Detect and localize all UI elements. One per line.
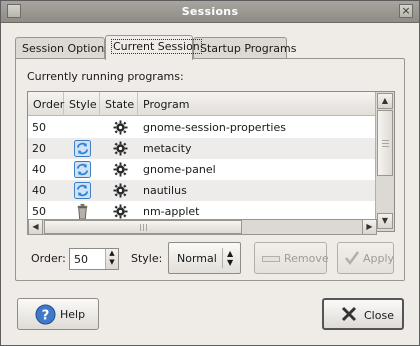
help-label: Help	[60, 308, 86, 321]
column-header-style[interactable]: Style	[64, 92, 100, 116]
table-row[interactable]: 40 gnome-panel	[28, 159, 376, 180]
row-program: nm-applet	[143, 205, 200, 218]
list-header: Order Style State Program	[28, 92, 376, 116]
updown-arrows-icon: ▲ ▼	[227, 249, 234, 267]
gear-icon	[113, 120, 128, 135]
close-label: Close	[364, 309, 394, 322]
order-label: Order:	[31, 252, 66, 265]
horizontal-scrollbar[interactable]: ◀ ▶	[27, 219, 377, 235]
gear-icon	[113, 183, 128, 198]
style-label: Style:	[131, 252, 163, 265]
row-program: metacity	[143, 142, 192, 155]
row-program: gnome-panel	[143, 163, 216, 176]
title-bar[interactable]: Sessions ×	[1, 1, 419, 23]
row-program: nautilus	[143, 184, 187, 197]
column-header-program[interactable]: Program	[138, 92, 376, 116]
restart-icon	[74, 161, 91, 178]
row-program: gnome-session-properties	[143, 121, 286, 134]
restart-icon	[74, 182, 91, 199]
horizontal-scroll-thumb[interactable]	[44, 220, 242, 234]
current-session-panel: Currently running programs: Order Style …	[15, 58, 405, 281]
tab-label: Current Session	[111, 39, 202, 54]
style-value: Normal	[177, 252, 217, 265]
trash-icon	[74, 203, 91, 220]
tab-current-session[interactable]: Current Session	[105, 35, 202, 60]
style-select[interactable]: Normal ▲ ▼	[168, 242, 241, 274]
programs-caption: Currently running programs:	[27, 70, 184, 83]
remove-label: Remove	[284, 252, 329, 265]
help-button[interactable]: ? Help	[17, 298, 99, 330]
svg-text:?: ?	[42, 308, 50, 323]
tab-label: Session Options	[22, 42, 110, 55]
order-value: 50	[74, 253, 88, 266]
row-order: 40	[32, 163, 46, 176]
list-rows: 50 gnome-session-properties 20 metacity	[28, 117, 376, 231]
vertical-scrollbar[interactable]: ▲ ▼	[375, 92, 394, 231]
gear-icon	[113, 204, 128, 219]
close-icon	[341, 306, 357, 322]
scroll-down-icon[interactable]: ▼	[377, 213, 393, 229]
column-header-state[interactable]: State	[100, 92, 138, 116]
gear-icon	[113, 162, 128, 177]
minus-icon	[262, 256, 280, 262]
vertical-scroll-thumb[interactable]	[377, 110, 393, 176]
scroll-left-icon[interactable]: ◀	[28, 219, 43, 235]
programs-list[interactable]: Order Style State Program 50 gnome-sessi…	[27, 91, 395, 232]
column-header-order[interactable]: Order	[28, 92, 64, 116]
checkmark-icon	[345, 251, 360, 266]
gear-icon	[113, 141, 128, 156]
tab-startup-programs[interactable]: Startup Programs	[193, 37, 296, 59]
sessions-dialog: Sessions × Session Options Current Sessi…	[0, 0, 420, 346]
spin-arrows-icon[interactable]: ▲ ▼	[105, 249, 118, 269]
apply-label: Apply	[363, 252, 395, 265]
order-spinbutton[interactable]: 50 ▲ ▼	[69, 248, 119, 270]
table-row[interactable]: 50 gnome-session-properties	[28, 117, 376, 138]
row-order: 40	[32, 184, 46, 197]
window-close-icon[interactable]: ×	[399, 4, 413, 18]
row-order: 20	[32, 142, 46, 155]
tab-label: Startup Programs	[200, 42, 297, 55]
apply-button[interactable]: Apply	[337, 242, 394, 274]
restart-icon	[74, 140, 91, 157]
scroll-up-icon[interactable]: ▲	[377, 93, 393, 109]
scroll-right-icon[interactable]: ▶	[362, 219, 377, 235]
row-order: 50	[32, 205, 46, 218]
table-row[interactable]: 20 metacity	[28, 138, 376, 159]
close-button[interactable]: Close	[322, 298, 404, 330]
window-title: Sessions	[181, 5, 239, 18]
row-order: 50	[32, 121, 46, 134]
tab-session-options[interactable]: Session Options	[15, 37, 110, 59]
help-icon: ?	[35, 304, 56, 325]
remove-button[interactable]: Remove	[254, 242, 329, 274]
table-row[interactable]: 40 nautilus	[28, 180, 376, 201]
